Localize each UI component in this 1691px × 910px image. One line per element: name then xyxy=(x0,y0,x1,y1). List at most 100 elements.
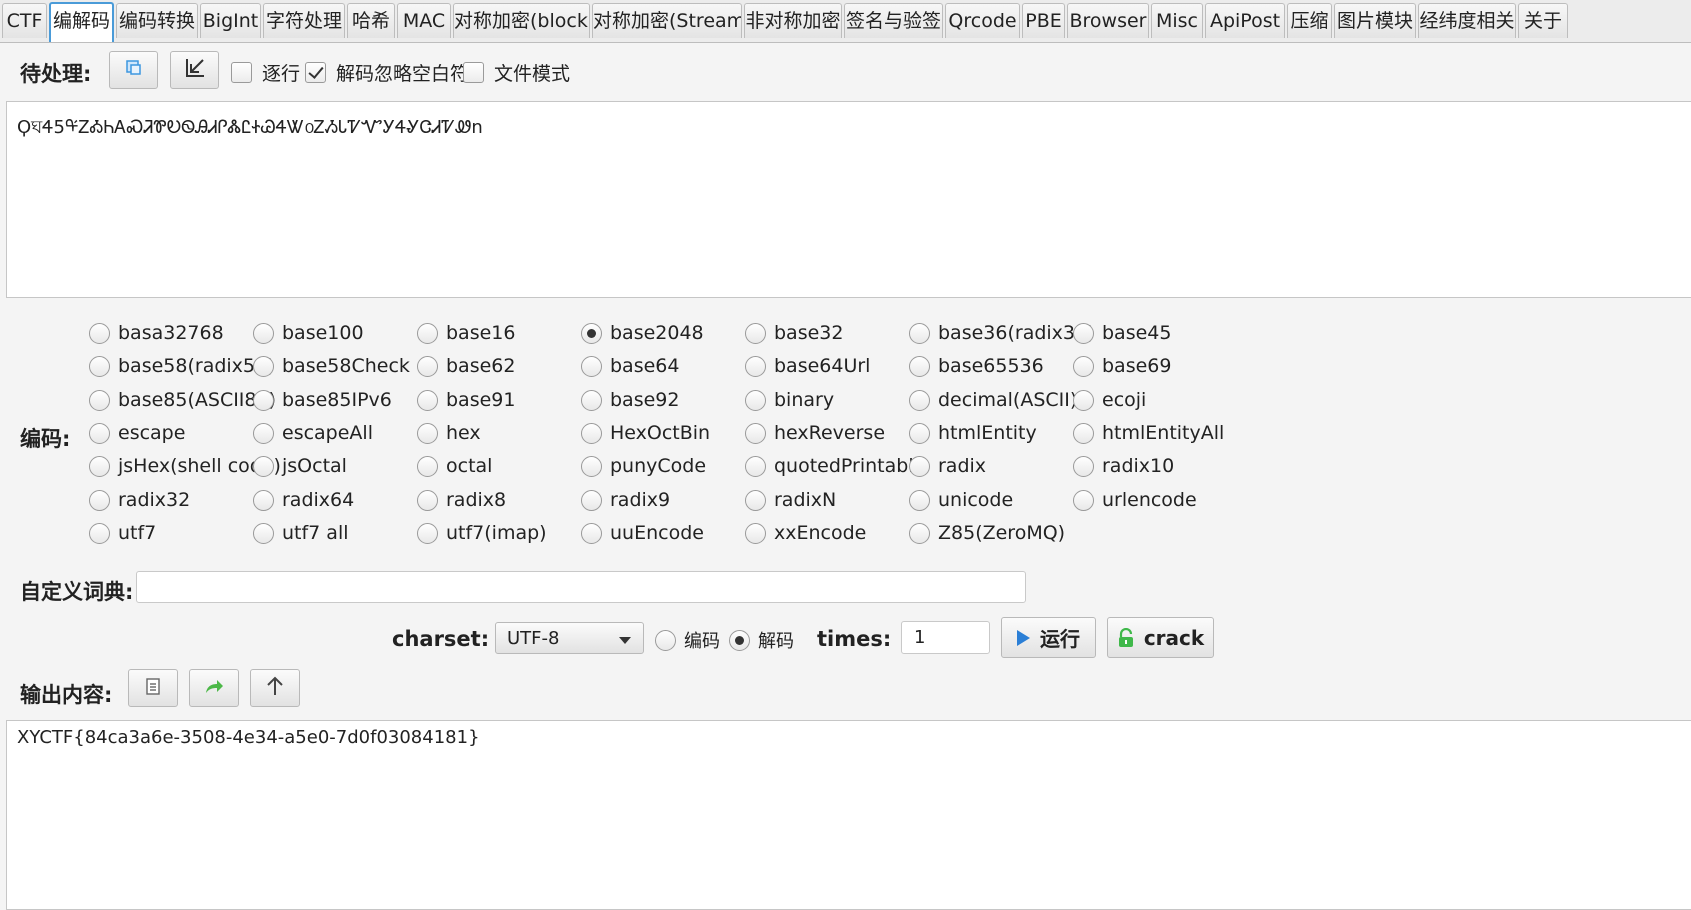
radio-dot[interactable] xyxy=(417,422,438,444)
times-input[interactable]: 1 xyxy=(901,621,990,654)
encoding-option[interactable]: urlencode xyxy=(1073,489,1197,511)
radio-dot[interactable] xyxy=(909,455,930,477)
radio-dot[interactable] xyxy=(909,322,930,344)
copy-input-button[interactable] xyxy=(109,51,158,89)
encoding-option[interactable]: Z85(ZeroMQ) xyxy=(909,522,1065,544)
radio-dot[interactable] xyxy=(417,322,438,344)
radio-dot[interactable] xyxy=(909,422,930,444)
encoding-option[interactable]: basa32768 xyxy=(89,322,224,344)
encoding-option[interactable]: xxEncode xyxy=(745,522,866,544)
encoding-option[interactable]: escape xyxy=(89,422,185,444)
radio-dot[interactable] xyxy=(417,355,438,377)
tab-apipost[interactable]: ApiPost xyxy=(1205,3,1285,38)
line-by-line-checkbox[interactable]: 逐行 xyxy=(231,59,300,86)
radio-dot[interactable] xyxy=(89,455,110,477)
tab-symmetric-stream[interactable]: 对称加密(Stream) xyxy=(592,3,742,38)
radio-dot[interactable] xyxy=(745,355,766,377)
encoding-option[interactable]: base65536 xyxy=(909,355,1044,377)
radio-dot[interactable] xyxy=(745,422,766,444)
custom-dict-input[interactable] xyxy=(136,571,1026,603)
radio-dot[interactable] xyxy=(253,422,274,444)
encoding-option[interactable]: base64 xyxy=(581,355,679,377)
copy-output-button[interactable] xyxy=(128,669,178,707)
encoding-option[interactable]: base58(radix58) xyxy=(89,355,275,377)
radio-dot[interactable] xyxy=(909,489,930,511)
encoding-option[interactable]: radix64 xyxy=(253,489,354,511)
radio-dot[interactable] xyxy=(253,522,274,544)
tab-sign-verify[interactable]: 签名与验签 xyxy=(844,3,943,38)
radio-dot[interactable] xyxy=(253,389,274,411)
mode-encode-radio[interactable]: 编码 xyxy=(655,627,720,653)
run-button[interactable]: 运行 xyxy=(1001,617,1096,658)
input-textarea[interactable]: ϘঘᏎ5ᡩᏃᎣᏂᎪᏍᏘᏈᎧᏫᎯᏗᎵᏜᏝᏐᏊᏎᏔ൦ᏃᏱᏓᏤᏉᎩᏎᎽᏣᏗᏤᏪn xyxy=(6,101,1691,298)
radio-dot[interactable] xyxy=(1073,489,1094,511)
tab-mac[interactable]: MAC xyxy=(397,3,451,38)
radio-dot[interactable] xyxy=(745,522,766,544)
radio-dot[interactable] xyxy=(1073,389,1094,411)
encoding-option[interactable]: htmlEntity xyxy=(909,422,1037,444)
encoding-option[interactable]: base91 xyxy=(417,389,515,411)
radio-dot[interactable] xyxy=(89,389,110,411)
encoding-option[interactable]: base45 xyxy=(1073,322,1171,344)
radio-dot[interactable] xyxy=(89,355,110,377)
share-output-button[interactable] xyxy=(189,669,239,707)
encoding-option[interactable]: binary xyxy=(745,389,834,411)
encoding-option[interactable]: jsOctal xyxy=(253,455,347,477)
radio-dot[interactable] xyxy=(417,489,438,511)
encoding-option[interactable]: decimal(ASCII) xyxy=(909,389,1077,411)
tab-image-module[interactable]: 图片模块 xyxy=(1334,3,1416,38)
output-textarea[interactable]: XYCTF{84ca3a6e-3508-4e34-a5e0-7d0f030841… xyxy=(6,720,1691,910)
encoding-option[interactable]: radix xyxy=(909,455,986,477)
radio-dot[interactable] xyxy=(581,389,602,411)
tab-bigint[interactable]: BigInt xyxy=(200,3,261,38)
tab-string-process[interactable]: 字符处理 xyxy=(263,3,345,38)
radio-dot-selected[interactable] xyxy=(581,322,602,344)
charset-select[interactable]: UTF-8 xyxy=(495,622,644,654)
radio-dot[interactable] xyxy=(253,455,274,477)
checkbox-box[interactable] xyxy=(463,62,484,83)
radio-dot[interactable] xyxy=(581,489,602,511)
encoding-option[interactable]: hex xyxy=(417,422,481,444)
radio-dot[interactable] xyxy=(89,489,110,511)
checkbox-box[interactable] xyxy=(231,62,252,83)
tab-symmetric-block[interactable]: 对称加密(block) xyxy=(453,3,590,38)
mode-decode-radio[interactable]: 解码 xyxy=(729,627,794,653)
move-up-button[interactable] xyxy=(250,669,300,707)
encoding-option[interactable]: base85(ASCII85) xyxy=(89,389,276,411)
tab-browser[interactable]: Browser xyxy=(1067,3,1149,38)
radio-dot[interactable] xyxy=(909,389,930,411)
radio-dot[interactable] xyxy=(253,355,274,377)
radio-dot[interactable] xyxy=(745,489,766,511)
radio-dot[interactable] xyxy=(417,389,438,411)
encoding-option[interactable]: base92 xyxy=(581,389,679,411)
tab-misc[interactable]: Misc xyxy=(1151,3,1203,38)
encoding-option[interactable]: unicode xyxy=(909,489,1013,511)
tab-compress[interactable]: 压缩 xyxy=(1287,3,1332,38)
tab-codec[interactable]: 编解码 xyxy=(49,2,114,42)
encoding-option[interactable]: base36(radix36) xyxy=(909,322,1095,344)
radio-dot[interactable] xyxy=(89,322,110,344)
radio-dot[interactable] xyxy=(909,355,930,377)
tab-ctf[interactable]: CTF xyxy=(2,3,47,38)
radio-dot[interactable] xyxy=(909,522,930,544)
tab-asymmetric[interactable]: 非对称加密 xyxy=(744,3,842,38)
file-mode-checkbox[interactable]: 文件模式 xyxy=(463,59,570,86)
radio-dot[interactable] xyxy=(745,389,766,411)
encoding-option[interactable]: hexReverse xyxy=(745,422,885,444)
tab-hash[interactable]: 哈希 xyxy=(347,3,395,38)
radio-dot[interactable] xyxy=(253,322,274,344)
radio-dot[interactable] xyxy=(1073,422,1094,444)
encoding-option[interactable]: escapeAll xyxy=(253,422,373,444)
radio-dot[interactable] xyxy=(417,455,438,477)
encoding-option[interactable]: base16 xyxy=(417,322,515,344)
radio-dot[interactable] xyxy=(89,422,110,444)
tab-geo[interactable]: 经纬度相关 xyxy=(1418,3,1516,38)
encoding-option[interactable]: base32 xyxy=(745,322,843,344)
radio-dot[interactable] xyxy=(745,455,766,477)
radio-dot[interactable] xyxy=(581,355,602,377)
encoding-option[interactable]: quotedPrintable xyxy=(745,455,925,477)
encoding-option[interactable]: utf7 xyxy=(89,522,156,544)
tab-encoding-convert[interactable]: 编码转换 xyxy=(116,3,198,38)
encoding-option[interactable]: utf7(imap) xyxy=(417,522,547,544)
encoding-option[interactable]: utf7 all xyxy=(253,522,349,544)
